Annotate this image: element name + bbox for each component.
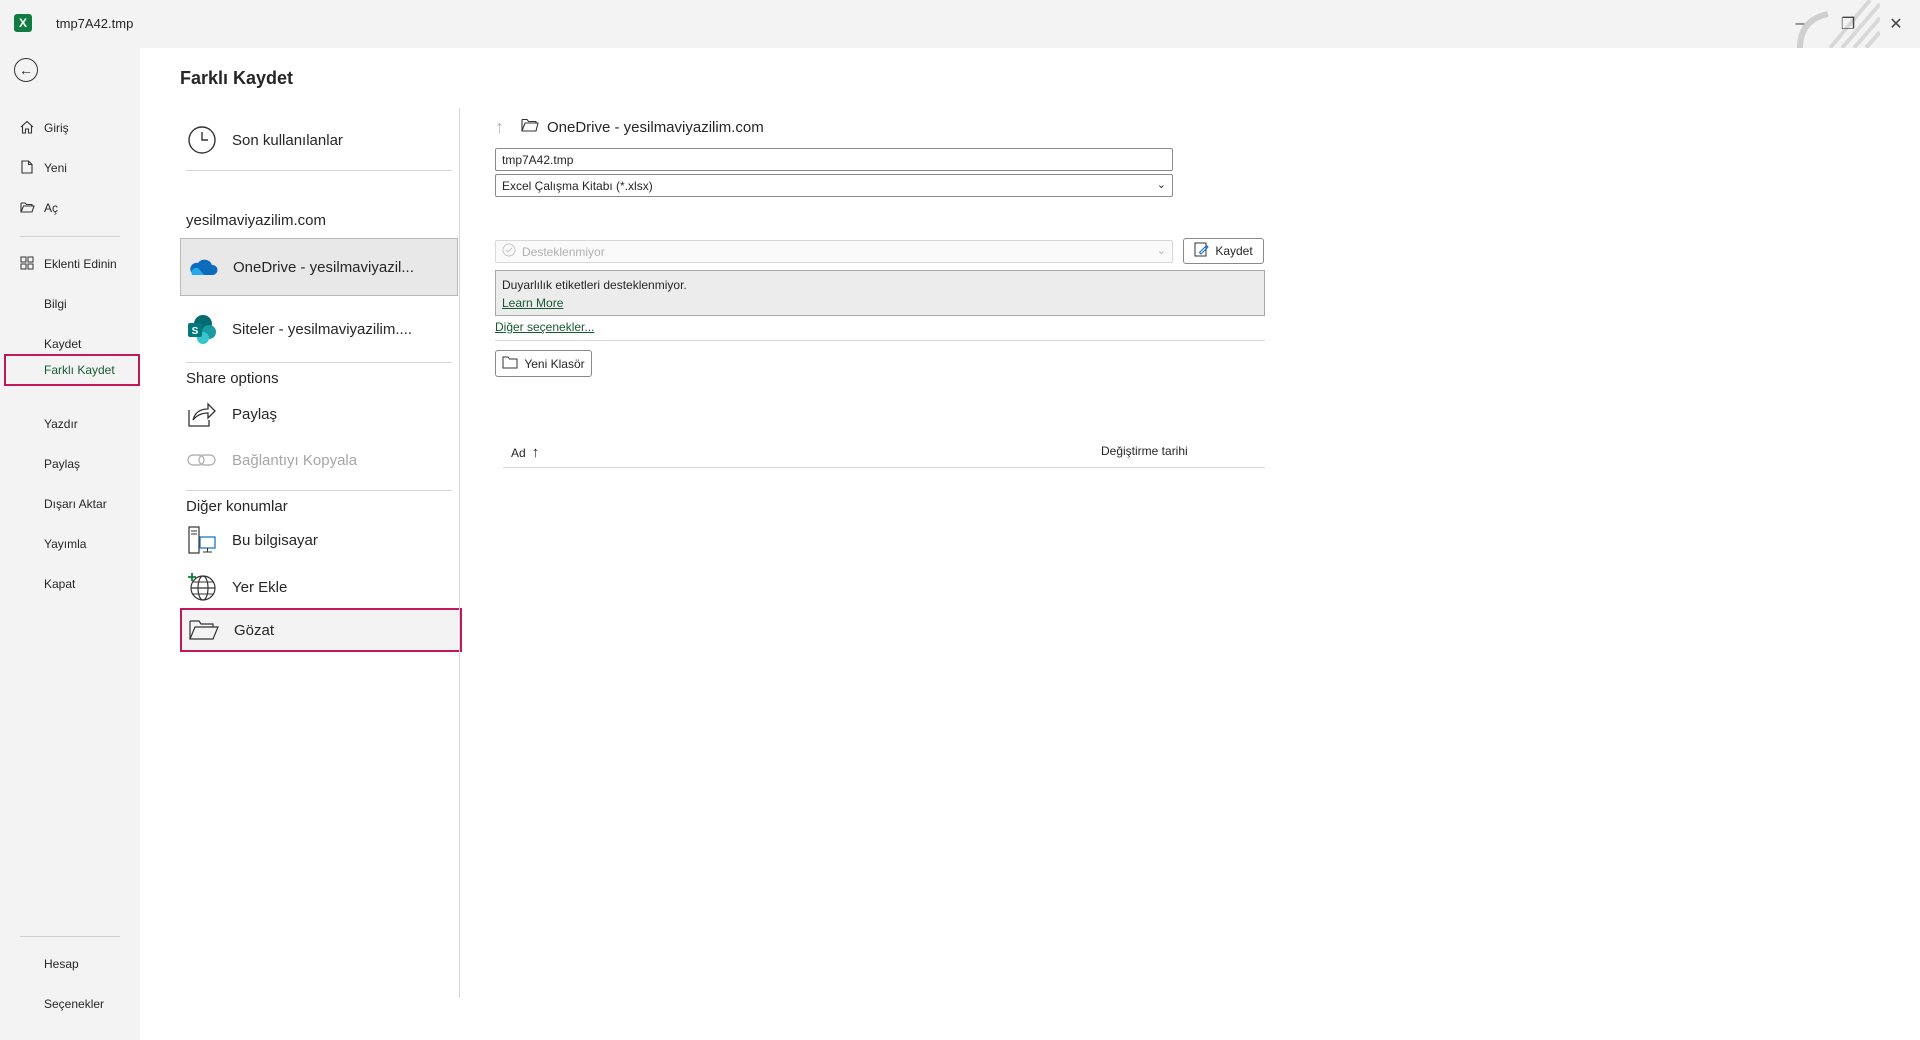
sensitivity-icon xyxy=(502,243,516,260)
chevron-down-icon: ⌄ xyxy=(1156,245,1166,257)
column-divider xyxy=(459,108,460,998)
save-button[interactable]: Kaydet xyxy=(1183,238,1264,264)
other-header: Diğer konumlar xyxy=(186,498,288,515)
nav-export[interactable]: Dışarı Aktar xyxy=(4,488,140,520)
nav-print[interactable]: Yazdır xyxy=(4,408,140,440)
section-separator xyxy=(186,490,452,491)
sensitivity-message: Duyarlılık etiketleri desteklenmiyor. Le… xyxy=(495,270,1265,316)
section-separator xyxy=(186,362,452,363)
location-copy-link: Bağlantıyı Kopyala xyxy=(180,436,458,484)
nav-save-as[interactable]: Farklı Kaydet xyxy=(4,354,140,386)
nav-home[interactable]: Giriş xyxy=(4,112,140,144)
location-share[interactable]: Paylaş xyxy=(180,390,458,438)
more-options-link[interactable]: Diğer seçenekler... xyxy=(495,320,594,334)
folder-icon xyxy=(502,356,518,372)
close-icon[interactable]: ✕ xyxy=(1872,0,1920,48)
location-add-place[interactable]: Yer Ekle xyxy=(180,563,458,611)
nav-separator xyxy=(20,936,120,937)
minimize-icon[interactable]: – xyxy=(1776,0,1824,48)
nav-info[interactable]: Bilgi xyxy=(4,288,140,320)
home-icon xyxy=(18,120,36,137)
nav-addins[interactable]: Eklenti Edinin xyxy=(4,248,140,280)
pane-separator xyxy=(495,340,1265,341)
nav-open[interactable]: Aç xyxy=(4,192,140,224)
link-icon xyxy=(186,444,218,476)
filename-input[interactable]: tmp7A42.tmp xyxy=(495,148,1173,171)
onedrive-cloud-icon xyxy=(187,251,219,283)
folder-icon xyxy=(188,614,220,646)
path-bar: ↑ OneDrive - yesilmaviyazilim.com xyxy=(495,114,764,140)
up-arrow-icon[interactable]: ↑ xyxy=(495,117,521,138)
column-modified-date[interactable]: Değiştirme tarihi xyxy=(1101,444,1188,458)
learn-more-link[interactable]: Learn More xyxy=(502,296,563,310)
chevron-down-icon: ⌄ xyxy=(1156,179,1166,191)
excel-icon: X xyxy=(14,14,32,32)
title-bar: X tmp7A42.tmp – ❐ ✕ xyxy=(0,0,1920,48)
nav-new[interactable]: Yeni xyxy=(4,152,140,184)
sharepoint-icon: S xyxy=(186,313,218,345)
open-folder-icon xyxy=(18,201,36,216)
location-this-pc[interactable]: Bu bilgisayar xyxy=(180,516,458,564)
current-path: OneDrive - yesilmaviyazilim.com xyxy=(547,118,764,136)
addins-icon xyxy=(18,256,36,273)
nav-options[interactable]: Seçenekler xyxy=(4,988,140,1020)
account-header: yesilmaviyazilim.com xyxy=(186,212,327,229)
file-list-header: Ad ↑ Değiştirme tarihi xyxy=(503,438,1265,468)
location-sites[interactable]: S Siteler - yesilmaviyazilim.... xyxy=(180,302,458,356)
nav-account[interactable]: Hesap xyxy=(4,948,140,980)
page-title: Farklı Kaydet xyxy=(180,68,294,88)
location-browse[interactable]: Gözat xyxy=(180,608,462,652)
new-file-icon xyxy=(18,159,36,177)
backstage-nav: ← Giriş Yeni Aç Eklenti Edinin Bilgi Kay… xyxy=(0,48,140,1040)
nav-share[interactable]: Paylaş xyxy=(4,448,140,480)
back-arrow-icon[interactable]: ← xyxy=(14,58,38,82)
save-as-page: Farklı Kaydet Son kullanılanlar yesilmav… xyxy=(140,48,1920,1040)
window-title: tmp7A42.tmp xyxy=(56,16,134,31)
nav-close[interactable]: Kapat xyxy=(4,568,140,600)
folder-icon xyxy=(521,118,539,136)
location-onedrive[interactable]: OneDrive - yesilmaviyazil... xyxy=(180,238,458,296)
column-name[interactable]: Ad ↑ xyxy=(511,444,539,461)
new-folder-button[interactable]: Yeni Klasör xyxy=(495,350,592,377)
filetype-select[interactable]: Excel Çalışma Kitabı (*.xlsx) ⌄ xyxy=(495,174,1173,197)
share-header: Share options xyxy=(186,370,279,387)
sort-ascending-icon: ↑ xyxy=(531,444,540,461)
section-separator xyxy=(186,170,452,171)
share-icon xyxy=(186,398,218,430)
clock-icon xyxy=(186,124,218,156)
save-icon xyxy=(1194,242,1210,260)
nav-separator xyxy=(20,236,120,237)
sensitivity-select: Desteklenmiyor ⌄ xyxy=(495,240,1173,263)
nav-publish[interactable]: Yayımla xyxy=(4,528,140,560)
restore-icon[interactable]: ❐ xyxy=(1824,0,1872,48)
location-recent[interactable]: Son kullanılanlar xyxy=(180,116,458,164)
globe-plus-icon xyxy=(186,571,218,603)
svg-text:S: S xyxy=(192,326,199,337)
computer-icon xyxy=(186,524,218,556)
